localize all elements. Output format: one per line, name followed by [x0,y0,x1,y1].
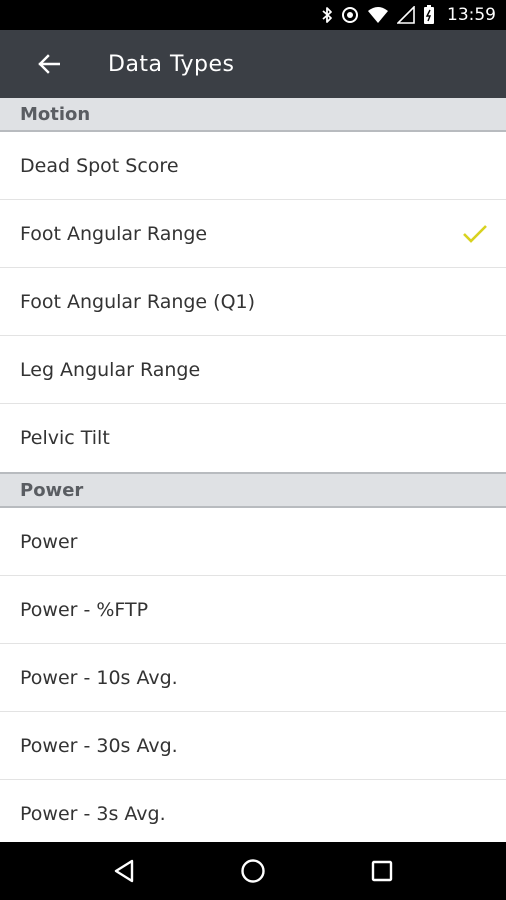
status-bar: 13:59 [0,0,506,30]
list-item[interactable]: Power - %FTP [0,576,506,644]
back-triangle-icon [113,859,135,883]
back-button[interactable] [0,30,100,98]
list-item-label: Pelvic Tilt [20,427,110,449]
wifi-icon [367,4,389,26]
list-item-label: Dead Spot Score [20,154,179,177]
list-item[interactable]: Power [0,508,506,576]
nav-recents-button[interactable] [352,842,412,900]
data-types-list[interactable]: Motion Dead Spot Score Foot Angular Rang… [0,98,506,842]
nav-home-button[interactable] [223,842,283,900]
list-item[interactable]: Foot Angular Range (Q1) [0,268,506,336]
screen: 13:59 Data Types Motion Dead Spot Score … [0,0,506,900]
app-bar: Data Types [0,30,506,98]
nav-back-button[interactable] [94,842,154,900]
battery-icon [423,4,435,26]
list-item[interactable]: Pelvic Tilt [0,404,506,472]
list-item-label: Foot Angular Range (Q1) [20,290,256,313]
navigation-bar [0,842,506,900]
checkmark-icon [462,224,488,244]
list-item-label: Leg Angular Range [20,358,201,381]
signal-icon [397,4,415,26]
list-item-label: Power - 3s Avg. [20,802,166,825]
list-item[interactable]: Power - 30s Avg. [0,712,506,780]
recents-square-icon [371,860,393,882]
list-item[interactable]: Power - 10s Avg. [0,644,506,712]
bluetooth-icon [321,4,333,26]
list-item[interactable]: Power - 3s Avg. [0,780,506,842]
section-header-power: Power [0,472,506,508]
list-item-label: Power - %FTP [20,598,149,621]
section-header-motion: Motion [0,98,506,132]
list-item[interactable]: Foot Angular Range [0,200,506,268]
list-item-label: Foot Angular Range [20,222,208,245]
list-item[interactable]: Leg Angular Range [0,336,506,404]
list-item-label: Power - 30s Avg. [20,734,178,757]
list-item-label: Power - 10s Avg. [20,666,178,689]
home-circle-icon [240,858,266,884]
arrow-left-icon [38,54,60,74]
status-time: 13:59 [447,5,496,25]
list-item[interactable]: Dead Spot Score [0,132,506,200]
page-title: Data Types [108,51,235,77]
alarm-icon [341,4,359,26]
list-item-label: Power [20,530,78,553]
